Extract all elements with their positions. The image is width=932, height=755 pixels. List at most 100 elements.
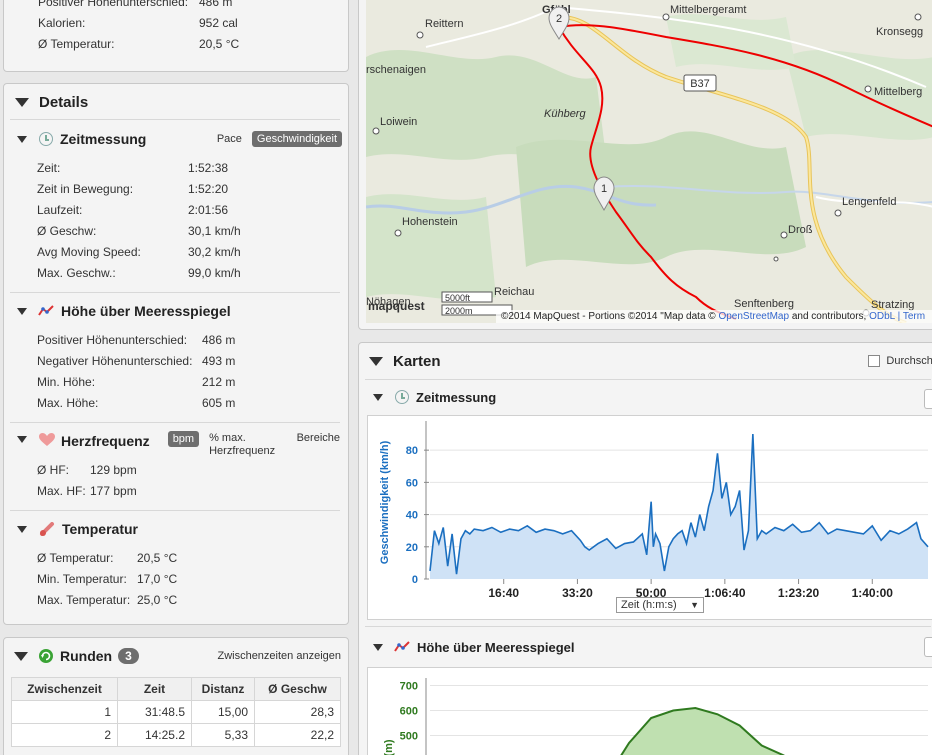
collapse-icon[interactable] [369,356,383,366]
elevation-icon [38,305,54,316]
table-cell: 15,00 [191,700,255,724]
speed-area [430,434,928,579]
divider [10,292,340,293]
stat-label: Negativer Höhenunterschied: [37,354,193,368]
collapse-icon[interactable] [17,307,27,315]
refresh-icon [39,649,53,663]
timing-header[interactable]: Zeitmessung Pace Geschwindigkeit [17,127,345,151]
place-label: Reittern [425,18,464,30]
osm-link[interactable]: OpenStreetMap [718,311,789,322]
y-tick-label: 0 [412,574,418,586]
show-splits-link[interactable]: Zwischenzeiten anzeigen [217,650,341,662]
collapse-icon[interactable] [14,651,28,661]
elevation-chart-header[interactable]: Höhe über Meeresspiegel [373,635,575,659]
pct-max-label: % max. [209,432,246,444]
clock-icon [395,390,409,404]
summary-value: 20,5 °C [199,37,240,51]
x-tick-label: 1:06:40 [704,586,746,600]
page: Positiver Höhenunterschied: 486 m Kalori… [0,0,932,755]
stat-value: 1:52:20 [188,182,229,196]
mapquest-logo: mapquest [368,299,425,313]
pct-max-toggle[interactable]: % max. Herzfrequenz [209,432,275,458]
table-cell: 1 [11,700,118,724]
divider [365,379,931,380]
column-header[interactable]: Distanz [191,677,255,701]
stat-value: 17,0 °C [137,572,178,586]
collapse-icon[interactable] [17,135,27,143]
stat-value: 20,5 °C [137,551,178,565]
details-header[interactable]: Details [15,90,88,114]
elevation-chart-title: Höhe über Meeresspiegel [417,639,575,655]
heart-header[interactable]: Herzfrequenz bpm % max. Herzfrequenz Ber… [17,429,345,457]
elevation-icon [394,641,410,652]
collapse-icon[interactable] [373,393,383,401]
elevation-title: Höhe über Meeresspiegel [61,303,231,319]
divider [10,510,340,511]
collapse-icon[interactable] [15,97,29,107]
stat-value: 1:52:38 [188,161,229,175]
elevation-chart-frame: 400500600700(m) [367,667,932,755]
y-tick-label: 60 [406,477,418,489]
speed-chart-header[interactable]: Zeitmessung [373,385,496,409]
elevation-chart[interactable]: 400500600700(m) [368,668,932,755]
place-label: Kühberg [544,108,586,120]
column-header[interactable]: Ø Geschw [254,677,341,701]
place-label: Loiwein [380,116,417,128]
summary-label: Positiver Höhenunterschied: [38,0,189,9]
speed-chart[interactable]: 02040608016:40 33:20 50:00 1:06:40 1:23:20 1:… [368,416,932,621]
stat-label: Ø Geschw: [37,224,97,238]
place-label: Hohenstein [402,216,458,228]
collapse-icon[interactable] [373,643,383,651]
summary-card: Positiver Höhenunterschied: 486 m Kalori… [3,0,349,72]
table-cell: 14:25.2 [117,723,192,747]
average-checkbox[interactable] [868,355,881,367]
odbl-link[interactable]: ODbL [869,311,896,322]
stat-value: 30,1 km/h [188,224,241,238]
place-label: Stratzing [871,299,914,311]
divider [10,422,340,423]
collapse-icon[interactable] [17,436,27,443]
x-axis-select[interactable]: Zeit (h:m:s) ▼ [616,597,704,613]
laps-count-badge: 3 [118,648,139,664]
zones-toggle[interactable]: Bereiche [297,432,340,444]
laps-header[interactable]: Runden 3 Zwischenzeiten anzeigen [14,644,344,668]
marker-label: 1 [601,183,607,195]
stat-label: Min. Höhe: [37,375,96,389]
bpm-toggle[interactable]: bpm [167,431,200,447]
stat-label: Max. Höhe: [37,396,99,410]
y-tick-label: 40 [406,510,418,522]
summary-value: 952 cal [199,16,238,30]
place-label: Reichau [494,286,534,298]
table-row[interactable]: 1 31:48.5 15,00 28,3 [11,700,341,724]
laps-card: Runden 3 Zwischenzeiten anzeigen Zwische… [3,637,349,755]
elevation-header[interactable]: Höhe über Meeresspiegel [17,299,231,323]
chart-menu-button[interactable] [924,389,932,409]
heart-icon [39,433,55,446]
pct-max-label-2: Herzfrequenz [209,445,276,457]
charts-header[interactable]: Karten Durchschn [369,349,932,373]
table-header-row: Zwischenzeit Zeit Distanz Ø Geschw [11,677,341,701]
stat-value: 2:01:56 [188,203,229,217]
forest-area [516,131,806,267]
stat-value: 493 m [202,354,236,368]
temperature-header[interactable]: Temperatur [17,517,138,541]
stat-label: Max. Temperatur: [37,593,131,607]
y-tick-label: 600 [400,706,418,718]
attribution-text: ©2014 MapQuest - Portions ©2014 "Map dat… [501,311,716,322]
y-tick-label: 20 [406,542,418,554]
heart-title: Herzfrequenz [61,433,150,449]
summary-label: Kalorien: [38,16,86,30]
map-scale-m-label: 2000m [445,306,473,316]
column-header[interactable]: Zeit [117,677,192,701]
details-title: Details [39,93,89,111]
pace-toggle[interactable]: Pace [217,133,242,145]
column-header[interactable]: Zwischenzeit [11,677,118,701]
average-checkbox-label[interactable]: Durchschn [886,355,932,367]
table-row[interactable]: 2 14:25.2 5,33 22,2 [11,723,341,747]
stat-value: 30,2 km/h [188,245,241,259]
chart-menu-button[interactable] [924,637,932,657]
y-tick-label: 500 [400,731,418,743]
speed-toggle[interactable]: Geschwindigkeit [251,131,342,147]
collapse-icon[interactable] [17,525,27,533]
map[interactable]: B37 Reittern Mittelbergeramt Kronsegg Mi… [366,0,932,323]
